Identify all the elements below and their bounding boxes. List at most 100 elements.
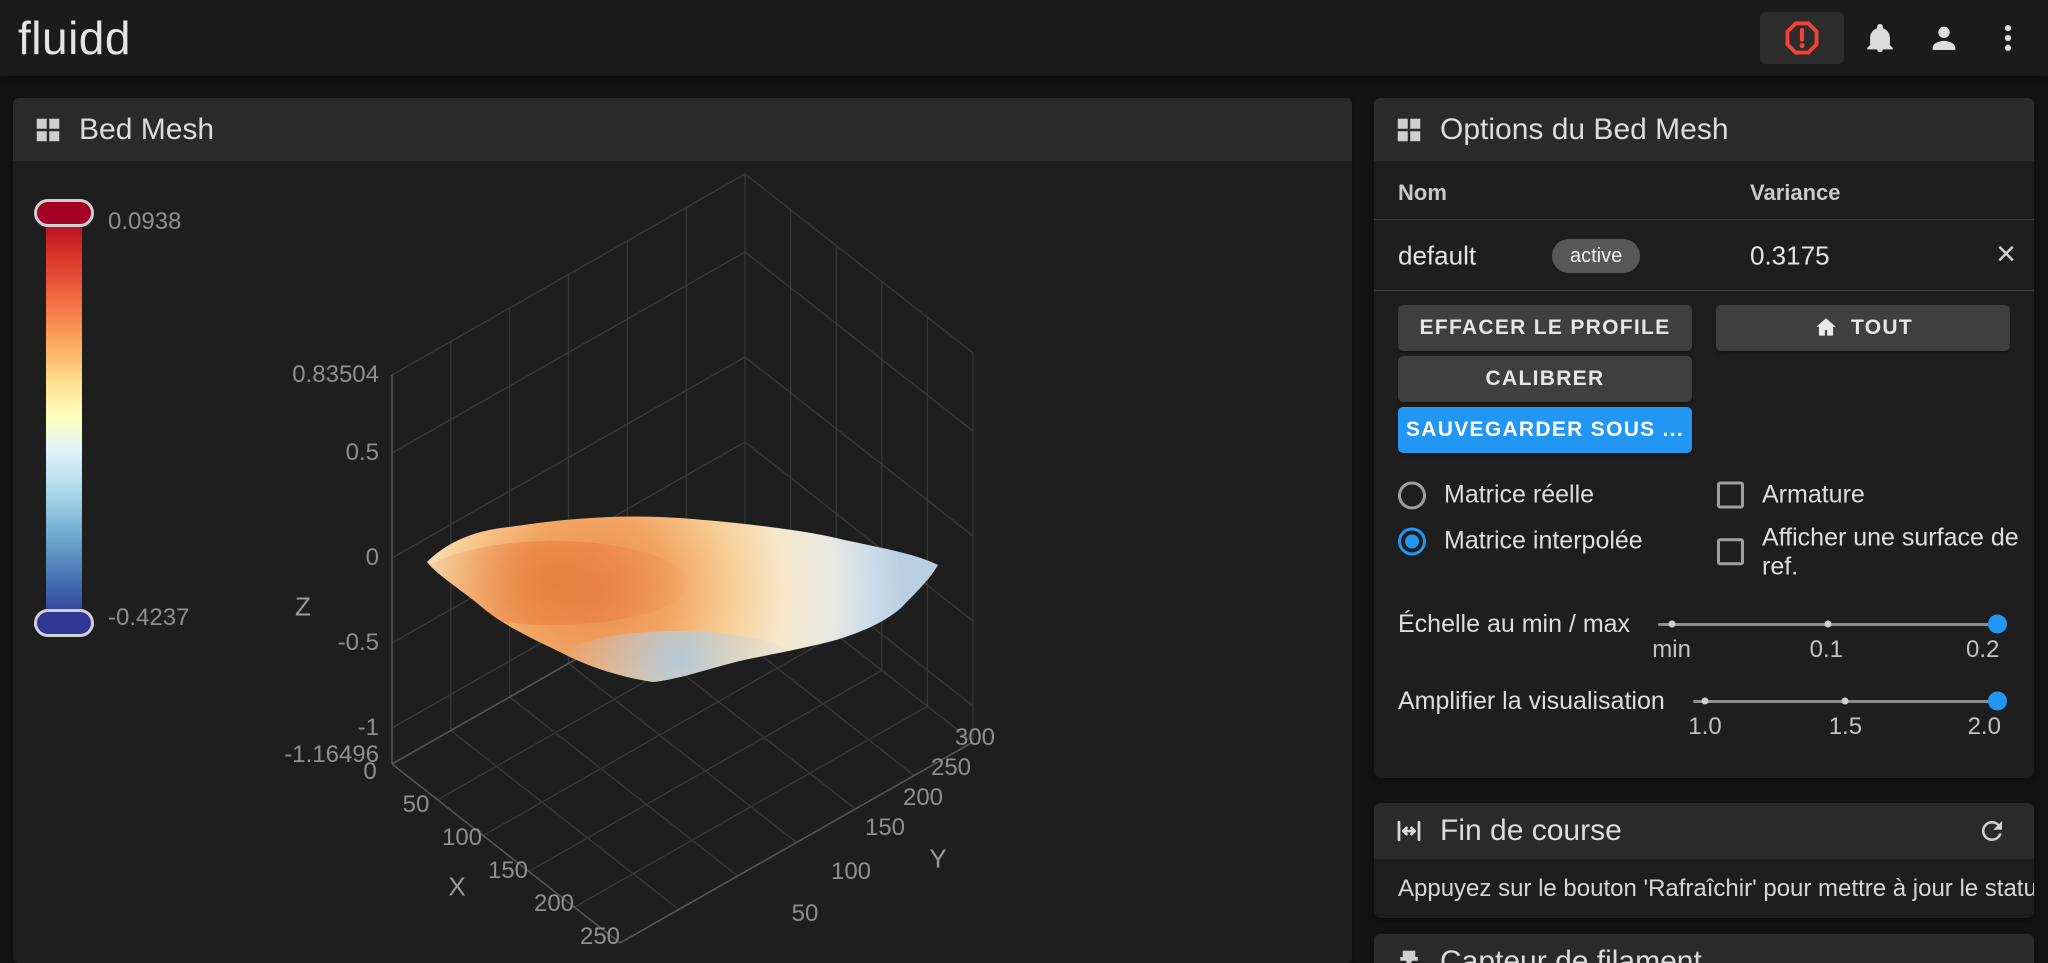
colorbar-min-label: -0.4237	[108, 604, 190, 631]
dots-vertical-icon	[2004, 24, 2012, 52]
fluidd-logo[interactable]: fluidd	[18, 11, 131, 65]
z-tick: 0.5	[345, 439, 379, 466]
x-tick: 0	[363, 758, 377, 785]
slider-amplify-thumb[interactable]	[1988, 691, 2007, 711]
endstops-card-title: Fin de course	[1440, 814, 1622, 847]
column-nom: Nom	[1398, 180, 1447, 205]
account-button[interactable]	[1916, 8, 1972, 68]
checkbox-label: Armature	[1762, 480, 1865, 509]
radio-matrice-interpolee[interactable]: Matrice interpolée	[1398, 527, 1643, 556]
z-tick: -0.5	[337, 629, 379, 656]
slider-tick-label: 0.2	[1966, 635, 2000, 663]
divider	[1374, 290, 2034, 291]
options-card-header[interactable]: Options du Bed Mesh	[1374, 98, 2034, 161]
filament-card: Capteur de filament	[1374, 934, 2034, 963]
nozzle-icon	[1400, 950, 1418, 963]
radio-label: Matrice réelle	[1444, 480, 1595, 509]
bed-mesh-card: Bed Mesh 0.0938 -0.4237 0.83504 0.5 0 -0…	[13, 98, 1352, 963]
bed-mesh-card-title: Bed Mesh	[79, 112, 215, 146]
account-icon	[1932, 26, 1956, 51]
checkbox-off-icon	[1717, 538, 1744, 566]
bell-icon	[1867, 23, 1893, 53]
slider-dot	[1841, 697, 1849, 705]
y-tick: 250	[930, 754, 972, 781]
x-axis-label: X	[448, 871, 466, 902]
home-icon	[1816, 318, 1836, 336]
profile-close-button[interactable]: ×	[1996, 237, 2016, 271]
x-tick: 150	[487, 857, 529, 884]
x-tick: 200	[533, 890, 575, 917]
radio-matrice-reelle[interactable]: Matrice réelle	[1398, 481, 1594, 510]
z-tick: 0.83504	[292, 361, 379, 388]
endstops-card: Fin de course Appuyez sur le bouton 'Raf…	[1374, 803, 2034, 918]
emergency-stop-button[interactable]	[1760, 12, 1844, 64]
radio-off-icon	[1398, 481, 1426, 509]
z-axis-label: Z	[295, 591, 311, 622]
slider-dot	[1668, 620, 1676, 628]
y-tick: 200	[902, 784, 944, 811]
slider-tick-label: 2.0	[1967, 712, 2001, 740]
x-tick: 100	[441, 824, 483, 851]
y-tick: 50	[791, 900, 819, 927]
slider-amplify-row: Amplifier la visualisation 1.0 1.5 2.0	[1398, 675, 2007, 740]
colorbar-max-label: 0.0938	[108, 208, 182, 235]
column-variance: Variance	[1750, 180, 1841, 205]
x-tick: 50	[402, 791, 430, 818]
options-card-title: Options du Bed Mesh	[1440, 112, 1729, 146]
slider-dot	[1701, 697, 1709, 705]
calibrate-button[interactable]: CALIBRER	[1398, 356, 1692, 402]
slider-scale-track[interactable]: min 0.1 0.2	[1652, 614, 2007, 663]
refresh-icon	[1981, 821, 2002, 841]
filament-card-header[interactable]: Capteur de filament	[1374, 934, 2034, 963]
profile-variance: 0.3175	[1750, 240, 1830, 271]
radio-label: Matrice interpolée	[1444, 526, 1643, 555]
app-bar: fluidd	[0, 0, 2048, 76]
slider-amplify-track[interactable]: 1.0 1.5 2.0	[1688, 691, 2007, 740]
colorbar-max-marker	[34, 199, 94, 227]
bed-mesh-card-header[interactable]: Bed Mesh	[13, 98, 1352, 161]
view-grid-icon	[36, 118, 60, 141]
app-menu-button[interactable]	[1980, 8, 2036, 68]
expand-horizontal-icon	[1397, 820, 1421, 842]
checkbox-armature[interactable]: Armature	[1717, 481, 1865, 510]
all-button-label: TOUT	[1851, 316, 1913, 339]
y-axis-label: Y	[929, 843, 947, 874]
y-tick: 100	[830, 858, 872, 885]
slider-tick-label: 1.0	[1688, 712, 1722, 740]
x-tick: 250	[579, 923, 621, 950]
checkbox-off-icon	[1717, 481, 1744, 509]
app-bar-actions	[1760, 0, 2036, 76]
y-tick: 300	[954, 724, 996, 751]
alert-octagon-icon	[1785, 21, 1819, 55]
endstops-card-header[interactable]: Fin de course	[1374, 803, 2034, 859]
z-tick: 0	[365, 544, 379, 571]
profile-active-chip: active	[1552, 239, 1641, 273]
save-as-button[interactable]: SAUVEGARDER SOUS ...	[1398, 407, 1692, 453]
bed-mesh-options-card: Options du Bed Mesh Nom Variance default…	[1374, 98, 2034, 778]
slider-tick-label: 1.5	[1828, 712, 1863, 740]
bed-mesh-plot[interactable]: 0.0938 -0.4237 0.83504 0.5 0 -0.5 -1 -1.…	[13, 161, 1352, 963]
profile-name: default	[1398, 240, 1477, 271]
slider-tick-label: min	[1652, 635, 1691, 663]
all-button[interactable]: TOUT	[1716, 305, 2010, 351]
notifications-button[interactable]	[1852, 8, 1908, 68]
endstops-message: Appuyez sur le bouton 'Rafraîchir' pour …	[1398, 875, 2034, 902]
slider-dot	[1824, 620, 1832, 628]
divider	[1374, 219, 2034, 220]
filament-card-title: Capteur de filament	[1440, 945, 1702, 963]
colorbar-min-marker	[34, 609, 94, 637]
slider-scale-label: Échelle au min / max	[1398, 609, 1631, 638]
checkbox-label: Afficher une surface de ref.	[1762, 523, 2019, 580]
radio-on-icon	[1398, 527, 1426, 555]
refresh-button[interactable]	[1970, 809, 2014, 853]
view-grid-icon	[1397, 118, 1421, 141]
slider-scale-row: Échelle au min / max min 0.1 0.2	[1398, 598, 2007, 663]
remove-profile-button[interactable]: EFFACER LE PROFILE	[1398, 305, 1692, 351]
mesh-3d-svg	[391, 173, 974, 944]
y-tick: 150	[864, 814, 906, 841]
slider-amplify-label: Amplifier la visualisation	[1398, 686, 1665, 715]
slider-tick-label: 0.1	[1809, 635, 1843, 663]
z-tick: -1	[357, 714, 379, 741]
slider-scale-thumb[interactable]	[1988, 614, 2007, 634]
checkbox-surface-ref[interactable]: Afficher une surface de ref.	[1717, 523, 2022, 581]
